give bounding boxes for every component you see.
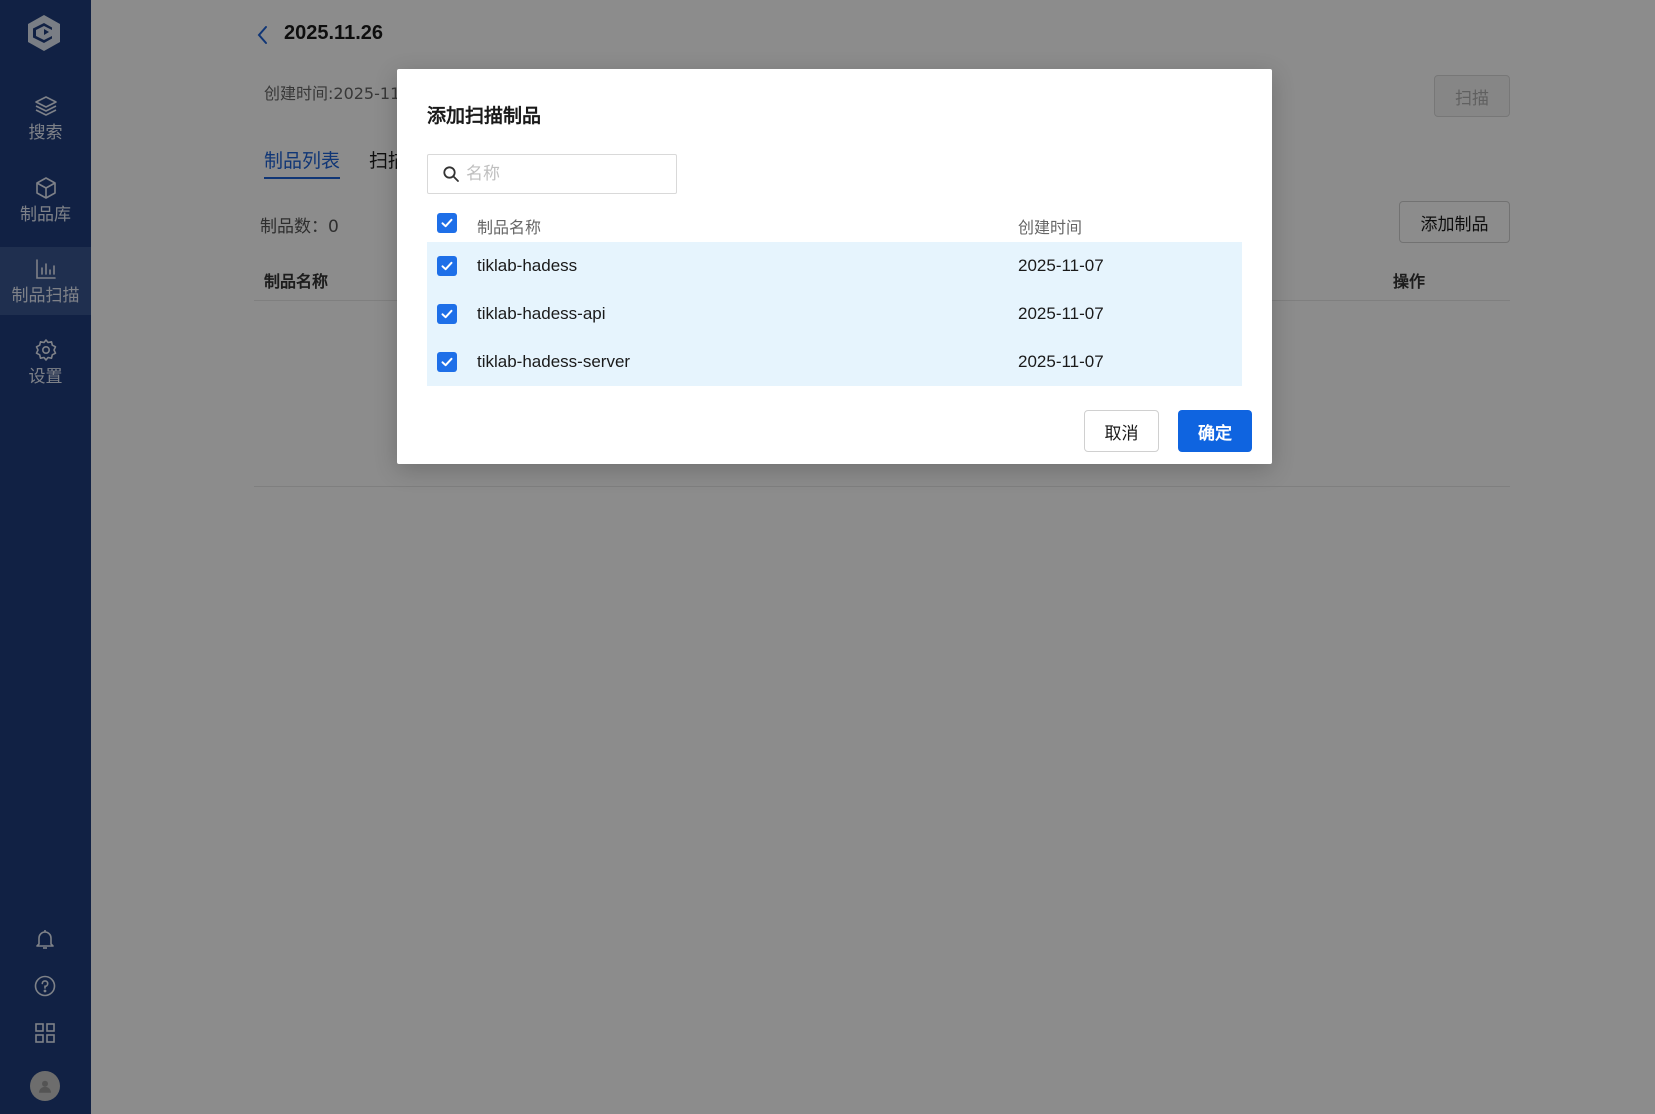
- artifact-created: 2025-11-07: [1018, 352, 1104, 371]
- table-row[interactable]: tiklab-hadess 2025-11-07: [427, 242, 1242, 290]
- row-checkbox[interactable]: [437, 352, 457, 372]
- cancel-button[interactable]: 取消: [1084, 410, 1159, 452]
- check-icon: [441, 309, 453, 319]
- artifact-name: tiklab-hadess: [477, 256, 578, 275]
- select-all-checkbox[interactable]: [437, 213, 457, 233]
- artifact-name: tiklab-hadess-server: [477, 352, 631, 371]
- column-header-created: 创建时间: [1018, 218, 1083, 237]
- artifact-created: 2025-11-07: [1018, 304, 1104, 323]
- row-checkbox[interactable]: [437, 256, 457, 276]
- table-row[interactable]: tiklab-hadess-server 2025-11-07: [427, 338, 1242, 386]
- search-field[interactable]: [427, 154, 677, 194]
- dialog-table-header: 制品名称 创建时间: [427, 204, 1242, 242]
- row-checkbox[interactable]: [437, 304, 457, 324]
- confirm-button[interactable]: 确定: [1178, 410, 1252, 452]
- table-row[interactable]: tiklab-hadess-api 2025-11-07: [427, 290, 1242, 338]
- check-icon: [441, 261, 453, 271]
- artifact-created: 2025-11-07: [1018, 256, 1104, 275]
- search-icon: [443, 166, 459, 182]
- check-icon: [441, 357, 453, 367]
- artifact-name: tiklab-hadess-api: [477, 304, 606, 323]
- add-scan-artifact-dialog: 添加扫描制品 制品名称 创建时间 tiklab-hadess 2025-11-0…: [397, 69, 1272, 464]
- check-icon: [441, 218, 453, 228]
- dialog-title: 添加扫描制品: [427, 105, 542, 127]
- search-input[interactable]: [466, 164, 656, 184]
- column-header-name: 制品名称: [477, 218, 542, 237]
